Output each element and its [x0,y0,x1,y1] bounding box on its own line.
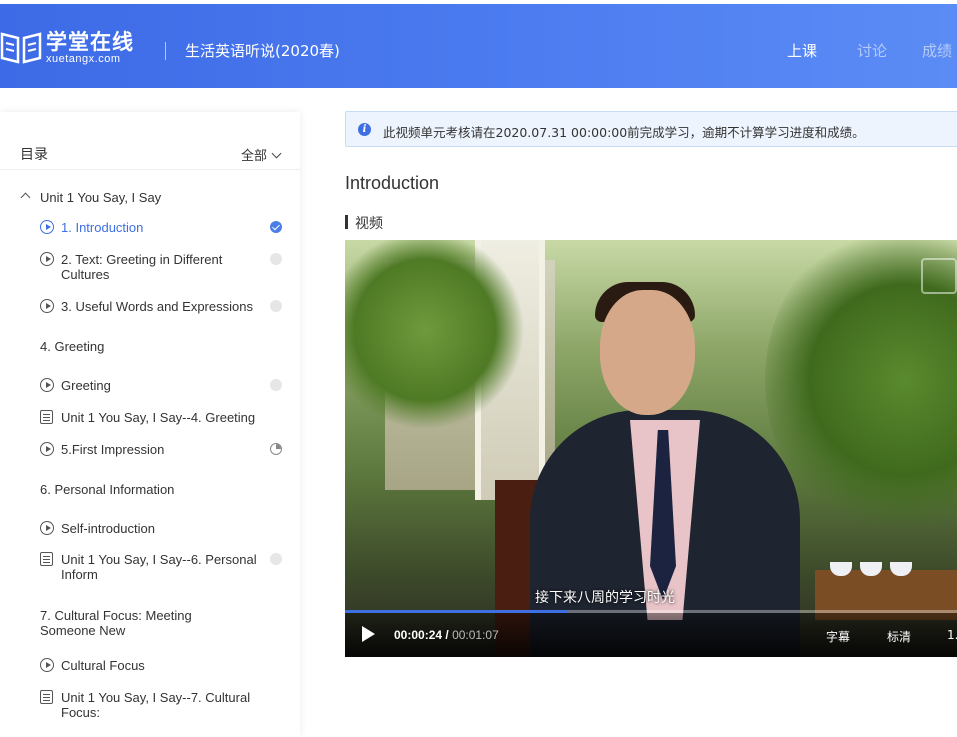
section-label-video: 视频 [345,213,383,233]
logo-book-icon [0,32,42,64]
subtitles-button[interactable]: 字幕 [826,628,850,645]
filter-label: 全部 [240,149,267,164]
current-time: 00:00:24 [394,628,443,642]
video-subtitle: 接下来八周的学习时光 [535,590,675,606]
outline-chapter-label: 6. Personal Information [40,482,175,497]
top-header: 学堂在线 xuetangx.com 生活英语听说(2020春) 上课 讨论 成绩 [0,4,957,88]
nav-tab-grades[interactable]: 成绩 [922,40,952,61]
speed-button[interactable]: 1. [947,628,957,642]
quiz-document-icon [40,552,53,566]
outline-chapter-label: 7. Cultural Focus: Meeting Someone New [40,608,192,638]
not-started-status-icon [270,300,282,312]
video-controls: 00:00:24 / 00:01:07 字幕 标清 1. [345,613,957,657]
video-play-icon [40,658,54,672]
outline-item-label: Unit 1 You Say, I Say--7. Cultural Focus… [61,690,251,720]
nav-tab-class[interactable]: 上课 [787,40,817,61]
chevron-up-icon[interactable] [20,192,31,203]
outline-title: 目录 [20,147,48,163]
xuetangx-logo[interactable]: 学堂在线 xuetangx.com [0,28,134,68]
outline-filter-dropdown[interactable]: 全部 [240,145,282,164]
outline-item-label: Greeting [61,378,111,393]
course-outline-sidebar: 目录 全部 Unit 1 You Say, I Say 1. Introduct… [0,112,300,737]
not-started-status-icon [270,553,282,565]
deadline-notice: i 此视频单元考核请在2020.07.31 00:00:00前完成学习，逾期不计… [345,111,957,147]
chevron-down-icon [271,148,282,159]
video-play-icon [40,521,54,535]
not-started-status-icon [270,379,282,391]
play-icon[interactable] [362,626,375,642]
video-play-icon [40,378,54,392]
video-play-icon [40,299,54,313]
logo-text: 学堂在线 xuetangx.com [46,31,134,65]
outline-item-label: 3. Useful Words and Expressions [61,299,253,314]
quality-button[interactable]: 标清 [887,628,911,645]
quiz-document-icon [40,690,53,704]
outline-unit-label: Unit 1 You Say, I Say [40,190,162,205]
video-play-icon [40,442,54,456]
page-title: Introduction [345,173,440,193]
header-divider [165,42,166,60]
video-watermark-icon [921,258,957,294]
outline-item-label: Unit 1 You Say, I Say--6. Personal Infor… [61,552,257,582]
outline-item-label: 5.First Impression [61,442,165,457]
video-frame-speaker-head [600,290,695,415]
outline-item-label: 1. Introduction [61,220,144,235]
video-player[interactable]: 接下来八周的学习时光 00:00:24 / 00:01:07 字幕 标清 1. [345,240,957,657]
outline-item-label: Cultural Focus [61,658,145,673]
not-started-status-icon [270,253,282,265]
video-time: 00:00:24 / 00:01:07 [394,628,499,642]
quiz-document-icon [40,410,53,424]
outline-item-label: Self-introduction [61,521,155,536]
logo-cn: 学堂在线 [46,30,134,54]
video-play-icon [40,220,54,234]
course-title[interactable]: 生活英语听说(2020春) [185,40,340,61]
nav-tab-discussion[interactable]: 讨论 [857,40,887,61]
completed-check-icon [270,221,282,233]
outline-item-label: Unit 1 You Say, I Say--4. Greeting [61,410,256,425]
logo-en: xuetangx.com [46,53,121,65]
notice-message: 此视频单元考核请在2020.07.31 00:00:00前完成学习，逾期不计算学… [383,125,865,140]
outline-chapter-label: 4. Greeting [40,339,105,354]
outline-header: 目录 全部 [0,112,300,170]
info-icon: i [358,123,371,136]
outline-item-label: 2. Text: Greeting in Different Cultures [61,252,223,282]
duration: 00:01:07 [452,628,499,642]
in-progress-status-icon [270,443,282,455]
video-play-icon [40,252,54,266]
